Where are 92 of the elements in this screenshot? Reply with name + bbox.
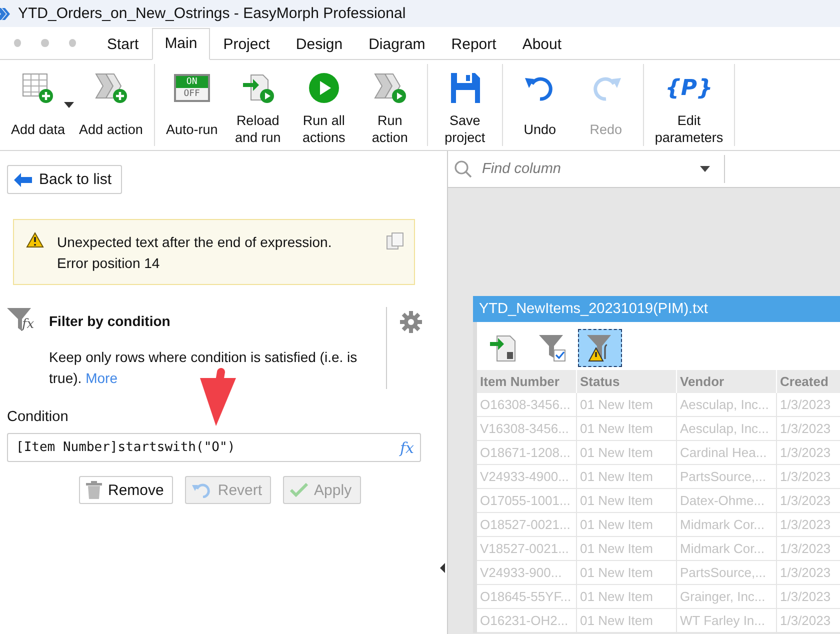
table-cell: 01 New Item	[577, 441, 677, 465]
table-cell: 01 New Item	[577, 393, 677, 417]
save-button[interactable]: Save project	[432, 64, 498, 146]
table-cell: O18645-55YF...	[477, 585, 577, 609]
table-cell: V16308-3456...	[477, 417, 577, 441]
table-cell: PartsSource,...	[677, 465, 777, 489]
table-cell: Cardinal Hea...	[677, 441, 777, 465]
ribbon-tab[interactable]: Start	[94, 29, 152, 60]
table-cell: 01 New Item	[577, 417, 677, 441]
document-arrow-icon	[240, 72, 275, 104]
chevron-icon	[0, 6, 10, 20]
condition-label: Condition	[7, 409, 68, 425]
play-icon	[306, 72, 341, 104]
window-dot[interactable]	[14, 39, 22, 47]
table-cell: O17055-1001...	[477, 489, 577, 513]
table-cell: PartsSource,...	[677, 561, 777, 585]
more-link[interactable]: More	[86, 370, 118, 386]
filter-warning-icon[interactable]	[578, 329, 622, 367]
table-cell: 1/3/2023	[777, 441, 840, 465]
table-cell: V18527-0021...	[477, 537, 577, 561]
table-cell: Grainger, Inc...	[677, 585, 777, 609]
window-dot[interactable]	[68, 39, 76, 47]
collapse-arrow-icon[interactable]	[440, 563, 445, 573]
error-text: Unexpected text after the end of expression.	[57, 233, 333, 252]
table-cell: WT Farley In...	[677, 609, 777, 633]
table-cell: 1/3/2023	[777, 417, 840, 441]
table-cell: 1/3/2023	[777, 465, 840, 489]
table-cell: Datex-Ohme...	[677, 489, 777, 513]
checkmark-icon	[290, 483, 308, 497]
params-button[interactable]: {P} Edit parameters	[648, 64, 730, 146]
table-cell: 01 New Item	[577, 489, 677, 513]
find-column-field[interactable]: Find column	[448, 155, 725, 183]
table-cell: 01 New Item	[577, 513, 677, 537]
table-cell: O18527-0021...	[477, 513, 577, 537]
table-cell: Aesculap, Inc...	[677, 393, 777, 417]
ribbon-tab[interactable]: Design	[282, 29, 356, 60]
table-cell: 01 New Item	[577, 585, 677, 609]
table-cell: Midmark Cor...	[677, 513, 777, 537]
condition-input[interactable]: [Item Number]startswith("O") fx	[7, 433, 421, 462]
toggle-icon: ON OFF	[174, 74, 210, 102]
reload-button[interactable]: Reload and run	[224, 64, 291, 146]
table-cell: Midmark Cor...	[677, 537, 777, 561]
table-cell: O16231-OH2...	[477, 609, 577, 633]
remove-button[interactable]: Remove	[79, 476, 173, 504]
arrow-left-icon	[14, 172, 32, 186]
table-cell: Aesculap, Inc...	[677, 417, 777, 441]
table-cell: 1/3/2023	[777, 393, 840, 417]
action-description: Keep only rows where condition is satisfied (i.e. is true). More	[49, 348, 358, 388]
action-title: Filter by condition	[49, 313, 172, 329]
run-all-button[interactable]: Run all actions	[290, 64, 357, 146]
undo-button[interactable]: Undo	[506, 64, 573, 146]
formula-button[interactable]: fx	[400, 438, 414, 456]
back-button[interactable]: Back to list	[7, 165, 122, 194]
table-cell: 1/3/2023	[777, 585, 840, 609]
auto-run-button[interactable]: ON OFF Auto-run	[158, 64, 225, 146]
table-cell: 01 New Item	[577, 537, 677, 561]
chevron-play-icon	[372, 72, 407, 104]
chevron-plus-icon	[94, 72, 128, 104]
add-data-button[interactable]: Add data	[4, 64, 72, 146]
ribbon-tab[interactable]: Main	[152, 28, 210, 60]
table-cell: 01 New Item	[577, 609, 677, 633]
error-text: Error position 14	[57, 254, 161, 273]
window-dot[interactable]	[41, 39, 49, 47]
ribbon-tab[interactable]: About	[509, 29, 575, 60]
table-cell: 1/3/2023	[777, 609, 840, 633]
trash-icon	[86, 481, 102, 499]
table-cell: 1/3/2023	[777, 513, 840, 537]
add-action-button[interactable]: Add action	[72, 64, 150, 146]
window-title: YTD_Orders_on_New_Ostrings - EasyMorph Professional	[18, 5, 406, 22]
run-action-button[interactable]: Run action	[356, 64, 423, 146]
warning-icon	[26, 232, 44, 248]
table-cell: O16308-3456...	[477, 393, 577, 417]
ribbon-tab[interactable]: Report	[438, 29, 510, 60]
table-cell: V24933-900...	[477, 561, 577, 585]
table-cell: 01 New Item	[577, 465, 677, 489]
table-plus-icon	[21, 72, 56, 104]
table-cell: 01 New Item	[577, 561, 677, 585]
ribbon-tab[interactable]: Project	[210, 29, 283, 60]
find-column-input[interactable]: Find column	[480, 160, 692, 178]
settings-icon[interactable]	[400, 311, 422, 333]
parameters-icon: {P}	[665, 76, 713, 100]
copy-icon[interactable]	[386, 232, 404, 250]
dropdown-caret-icon[interactable]	[700, 166, 710, 172]
table-window-title: YTD_NewItems_20231019(PIM).txt	[473, 296, 840, 322]
table-cell: O18671-1208...	[477, 441, 577, 465]
search-icon	[454, 160, 472, 178]
table-cell: 1/3/2023	[777, 537, 840, 561]
undo-icon	[192, 482, 212, 498]
table-cell: V24933-4900...	[477, 465, 577, 489]
table-cell: 1/3/2023	[777, 561, 840, 585]
table-cell: 1/3/2023	[777, 489, 840, 513]
ribbon-tab[interactable]: Diagram	[356, 29, 438, 60]
